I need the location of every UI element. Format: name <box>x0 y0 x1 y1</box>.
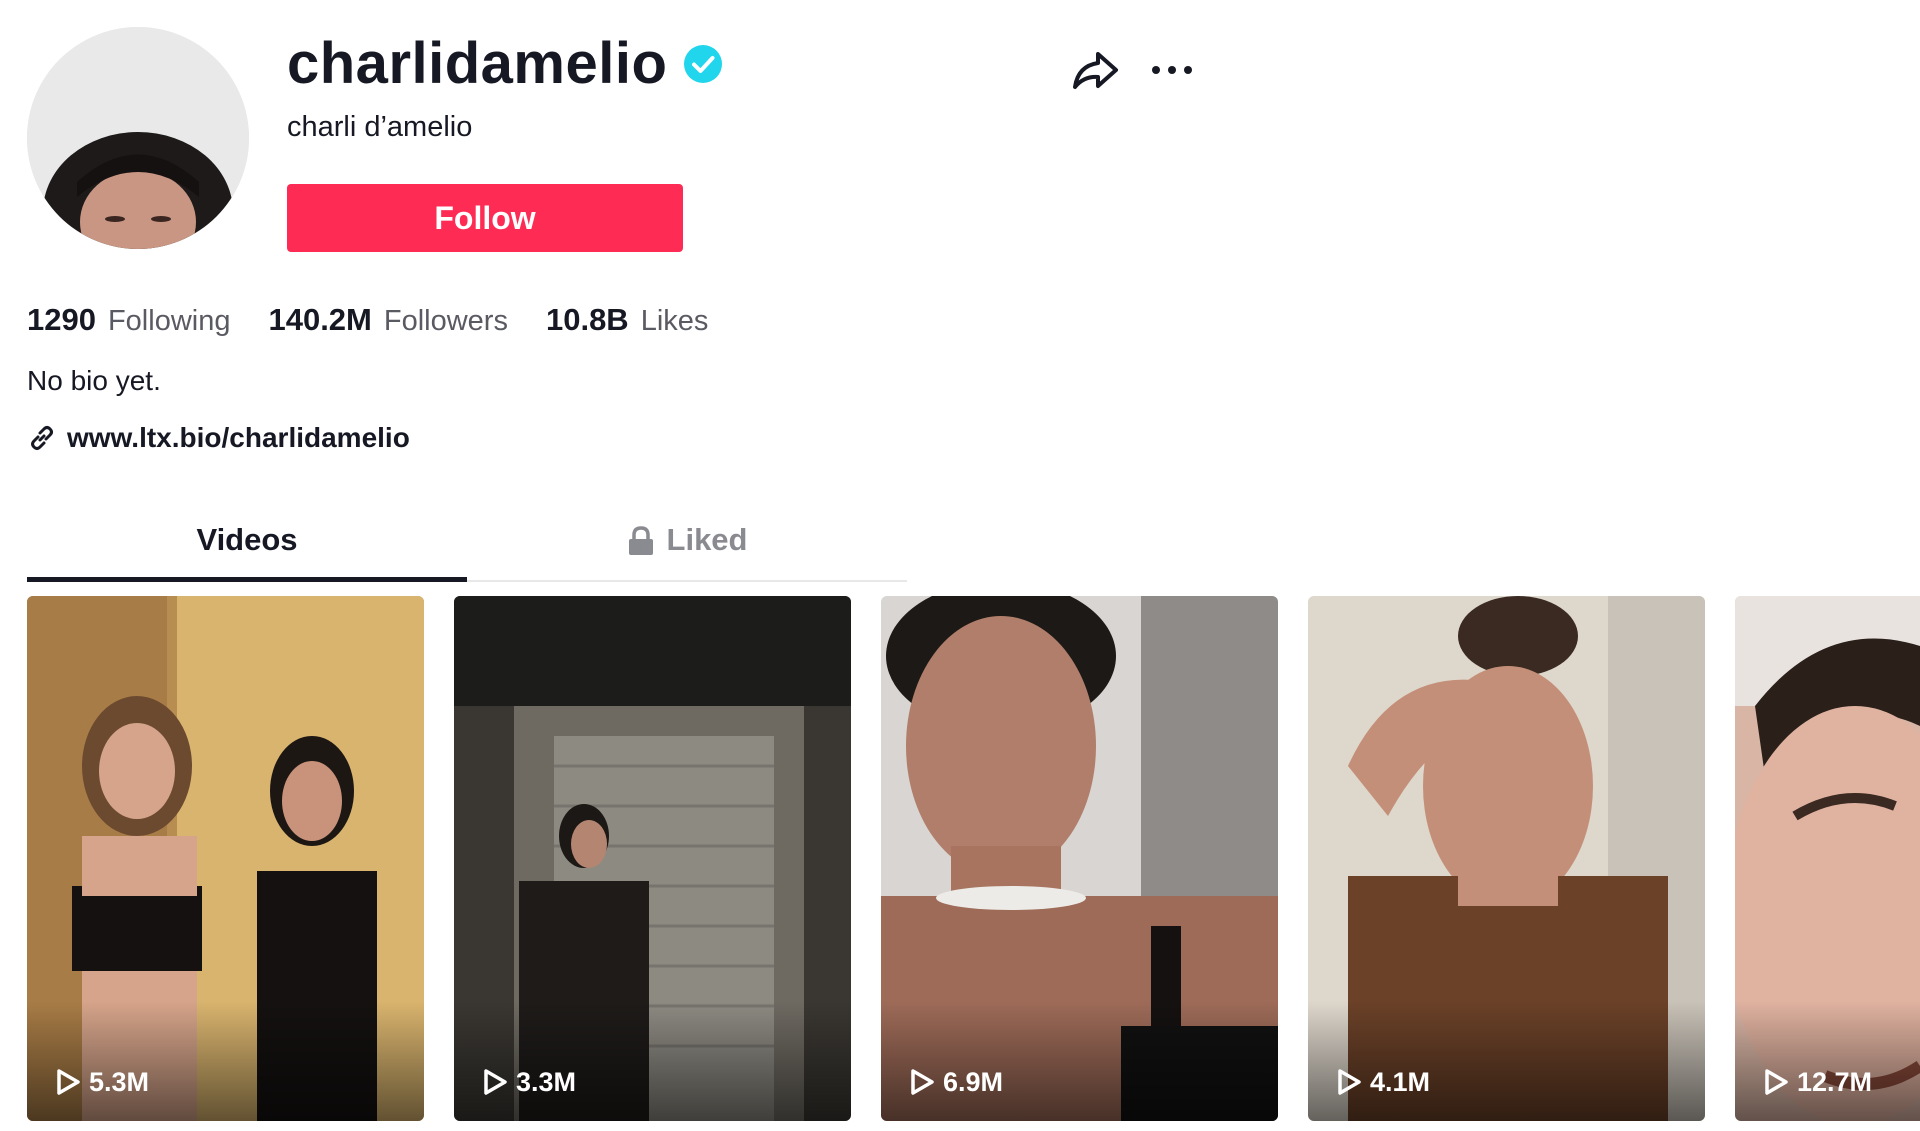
video-views: 6.9M <box>909 1065 1003 1099</box>
profile-link-text: www.ltx.bio/charlidamelio <box>67 422 410 453</box>
video-views: 4.1M <box>1336 1065 1430 1099</box>
profile-page: charlidamelio charli d’amelio Follow 129… <box>0 0 1920 1131</box>
avatar-image <box>27 27 249 249</box>
tab-videos[interactable]: Videos <box>27 510 467 582</box>
profile-bio: No bio yet. <box>27 365 161 396</box>
video-shade <box>454 1001 851 1121</box>
play-icon <box>909 1068 935 1096</box>
video-views-count: 6.9M <box>943 1067 1004 1097</box>
video-thumbnail[interactable]: 6.9M <box>881 596 1278 1121</box>
profile-username: charlidamelio <box>287 30 723 98</box>
video-thumbnail[interactable]: 3.3M <box>454 596 851 1121</box>
username-text: charlidamelio <box>287 31 668 96</box>
following-stat[interactable]: 1290 Following <box>27 298 230 343</box>
more-dots-icon[interactable] <box>1148 50 1196 90</box>
profile-nickname: charli d’amelio <box>287 111 473 143</box>
tab-liked-label: Liked <box>666 522 748 557</box>
play-icon <box>1336 1068 1362 1096</box>
video-thumbnail[interactable]: 12.7M <box>1735 596 1920 1121</box>
followers-count: 140.2M <box>268 302 372 337</box>
avatar[interactable] <box>27 27 249 249</box>
video-views-count: 5.3M <box>89 1067 150 1097</box>
share-arrow-icon[interactable] <box>1070 48 1120 92</box>
followers-stat[interactable]: 140.2M Followers <box>268 298 508 343</box>
verified-badge-icon <box>683 44 723 84</box>
link-icon <box>27 423 57 453</box>
video-views: 5.3M <box>55 1065 149 1099</box>
likes-stat: 10.8B Likes <box>546 298 708 343</box>
video-thumbnail[interactable]: 5.3M <box>27 596 424 1121</box>
video-shade <box>27 1001 424 1121</box>
video-views: 12.7M <box>1763 1065 1872 1099</box>
video-thumbnail[interactable]: 4.1M <box>1308 596 1705 1121</box>
likes-count: 10.8B <box>545 302 629 337</box>
followers-label: Followers <box>383 305 508 337</box>
profile-stats: 1290 Following 140.2M Followers 10.8B Li… <box>27 298 708 343</box>
tab-liked[interactable]: Liked <box>467 510 907 580</box>
tab-videos-label: Videos <box>196 522 298 557</box>
following-label: Following <box>107 305 231 337</box>
lock-icon <box>627 526 655 556</box>
video-shade <box>881 1001 1278 1121</box>
video-shade <box>1735 1001 1920 1121</box>
profile-tabs: Videos Liked <box>27 510 907 582</box>
play-icon <box>482 1068 508 1096</box>
video-views-count: 4.1M <box>1370 1067 1431 1097</box>
video-views: 3.3M <box>482 1065 576 1099</box>
profile-link[interactable]: www.ltx.bio/charlidamelio <box>27 418 410 458</box>
play-icon <box>55 1068 81 1096</box>
video-views-count: 3.3M <box>516 1067 577 1097</box>
follow-button[interactable]: Follow <box>287 184 683 252</box>
following-count: 1290 <box>27 302 96 337</box>
play-icon <box>1763 1068 1789 1096</box>
video-views-count: 12.7M <box>1797 1067 1873 1097</box>
video-shade <box>1308 1001 1705 1121</box>
likes-label: Likes <box>640 305 709 337</box>
